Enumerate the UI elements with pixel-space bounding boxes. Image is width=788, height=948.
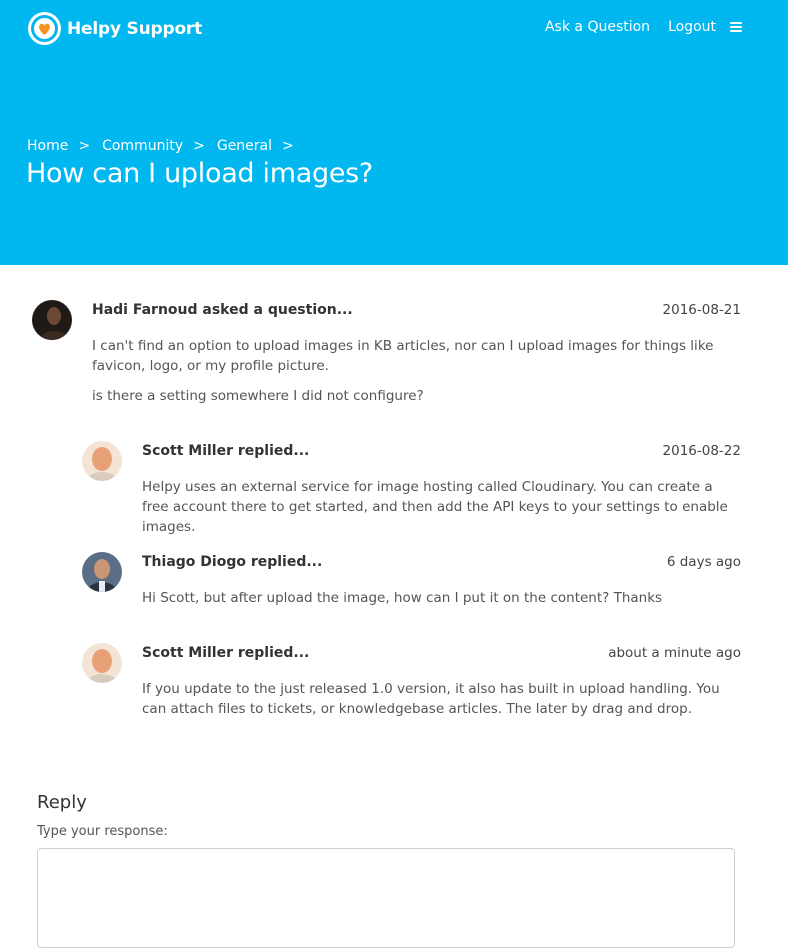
breadcrumb-community[interactable]: Community xyxy=(102,138,183,154)
avatar xyxy=(82,643,122,683)
reply-date: 6 days ago xyxy=(666,554,741,570)
reply-body: If you update to the just released 1.0 v… xyxy=(142,681,720,717)
page-title: How can I upload images? xyxy=(26,158,373,189)
avatar xyxy=(82,552,122,592)
breadcrumb-home[interactable]: Home xyxy=(27,138,68,154)
reply-form-title: Reply xyxy=(37,792,87,813)
question-date: 2016-08-21 xyxy=(662,302,741,318)
breadcrumb-general[interactable]: General xyxy=(217,138,272,154)
reply-author: Scott Miller replied... xyxy=(142,443,310,459)
question-paragraph: is there a setting somewhere I did not c… xyxy=(92,388,424,404)
page-header: Helpy Support Ask a Question Logout Home… xyxy=(0,0,788,265)
reply-body: Helpy uses an external service for image… xyxy=(142,479,728,535)
reply-author: Scott Miller replied... xyxy=(142,645,310,661)
avatar xyxy=(82,441,122,481)
hamburger-menu-icon[interactable] xyxy=(730,22,742,32)
avatar xyxy=(32,300,72,340)
heart-logo-icon xyxy=(28,12,61,45)
breadcrumb-separator: > xyxy=(78,138,91,154)
brand-logo-link[interactable]: Helpy Support xyxy=(28,12,202,45)
reply-date: about a minute ago xyxy=(608,645,741,661)
breadcrumb-separator: > xyxy=(193,138,205,154)
reply-date: 2016-08-22 xyxy=(662,443,741,459)
reply-field-label: Type your response: xyxy=(37,824,168,839)
question-author: Hadi Farnoud asked a question... xyxy=(92,302,353,318)
reply-textarea[interactable] xyxy=(37,848,735,948)
breadcrumb: Home > Community > General > xyxy=(27,138,306,154)
question-body: I can't find an option to upload images … xyxy=(92,336,742,406)
breadcrumb-separator: > xyxy=(282,138,294,154)
brand-name: Helpy Support xyxy=(67,18,203,39)
reply-author: Thiago Diogo replied... xyxy=(142,554,323,570)
logout-link[interactable]: Logout xyxy=(668,19,716,35)
ask-question-link[interactable]: Ask a Question xyxy=(545,19,650,35)
top-nav: Ask a Question Logout xyxy=(527,19,742,35)
reply-body: Hi Scott, but after upload the image, ho… xyxy=(142,590,663,606)
question-paragraph: I can't find an option to upload images … xyxy=(92,338,714,374)
